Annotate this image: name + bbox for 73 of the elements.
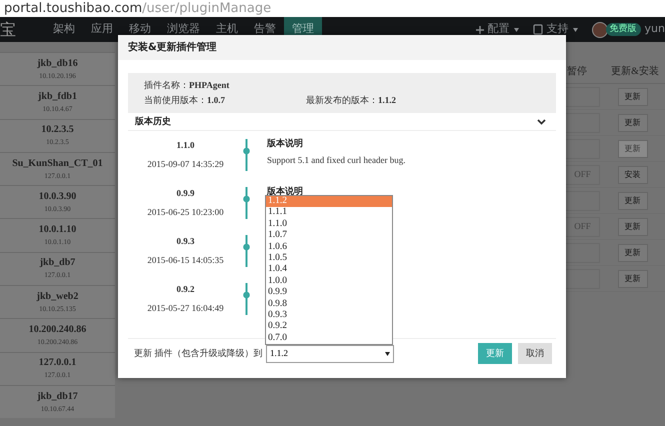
version-number: 0.9.2 [176,285,194,294]
avatar[interactable] [592,22,608,38]
host-name: 127.0.0.1 [38,358,76,368]
update-install-button[interactable]: 更新 [618,114,648,132]
version-option[interactable]: 0.9.9 [266,287,392,299]
timeline-marker-icon [243,187,250,219]
note-title: 版本说明 [267,187,303,196]
plugin-name: 插件名称：PHPAgent [144,81,230,90]
version-option[interactable]: 1.1.0 [266,218,392,230]
logo[interactable]: 宝 [0,18,40,42]
support-icon [532,24,543,35]
url-host: portal.toushibao.com [4,2,142,15]
timeline-marker-icon [243,283,250,315]
update-install-button[interactable]: 更新 [618,192,648,210]
host-name: jkb_fdb1 [38,92,77,102]
cancel-button[interactable]: 取消 [518,343,552,364]
update-install-button[interactable]: 更新 [618,218,648,236]
nav-tab[interactable]: 应用 [83,17,121,42]
timeline-marker-icon [243,139,250,171]
caret-icon [572,28,578,32]
note-title: 版本说明 [267,139,304,148]
timeline-marker-icon [243,235,250,267]
version-option[interactable]: 1.0.4 [266,264,392,276]
host-name: 10.2.3.5 [41,125,74,136]
host-name: jkb_web2 [36,292,78,302]
plus-icon [476,26,484,34]
version-option[interactable]: 1.0.5 [266,252,392,264]
support-menu[interactable]: 支持 [532,21,578,38]
history-title: 版本历史 [135,114,171,128]
version-option[interactable]: 1.0.7 [266,230,392,242]
update-install-button[interactable]: 安装 [618,166,648,184]
address-bar[interactable]: portal.toushibao.com/user/pluginManage [0,0,665,17]
update-label: 更新 插件（包含升级或降级）到 [134,346,264,360]
config-menu[interactable]: 配置 [476,21,519,38]
column-header: 更新&安装 [610,64,660,79]
note-text: Support 5.1 and fixed curl header bug. [267,156,406,165]
latest-version: 最新发布的版本：1.1.2 [306,96,396,105]
version-option[interactable]: 0.9.3 [266,310,392,322]
version-option[interactable]: 1.0.0 [266,276,392,288]
version-option[interactable]: 0.9.2 [266,321,392,333]
version-option[interactable]: 0.7.0 [266,332,392,344]
chevron-down-icon[interactable] [537,118,546,124]
caret-icon [385,352,390,356]
select-value: 1.1.2 [270,346,288,360]
caret-icon [514,28,519,32]
version-number: 0.9.9 [176,189,194,198]
url-path: /user/pluginManage [142,2,272,15]
host-name: jkb_db17 [37,392,78,402]
user-name[interactable]: yun [644,21,665,38]
host-name: jkb_db7 [40,258,76,268]
current-version: 当前使用版本：1.0.7 [144,96,226,105]
update-install-button[interactable]: 更新 [618,244,648,262]
version-option[interactable]: 0.9.8 [266,298,392,310]
host-name: 10.0.3.90 [38,192,76,202]
version-option[interactable]: 1.1.1 [266,207,392,219]
column-header: 暂停 [566,64,588,79]
version-option[interactable]: 1.0.6 [266,242,392,253]
update-install-button[interactable]: 更新 [618,270,648,288]
version-number: 1.1.0 [176,141,194,150]
version-date: 2015-05-27 16:04:49 [147,304,224,313]
version-date: 2015-06-25 10:23:00 [147,208,224,217]
host-name: 10.0.1.10 [38,225,76,236]
host-name: 10.200.240.86 [28,325,86,336]
version-date: 2015-06-15 14:05:35 [147,256,224,265]
dialog-title: 安装&更新插件管理 [128,40,217,55]
host-name: jkb_db16 [37,58,78,69]
update-install-button[interactable]: 更新 [618,88,648,106]
version-number: 0.9.3 [176,237,194,246]
version-select[interactable]: 1.1.2 [266,344,394,362]
host-name: Su_KunShan_CT_01 [12,158,103,169]
version-date: 2015-09-07 14:35:29 [147,160,224,169]
nav-tab[interactable]: 架构 [45,17,83,42]
plan-badge: 免费版 [606,22,641,36]
